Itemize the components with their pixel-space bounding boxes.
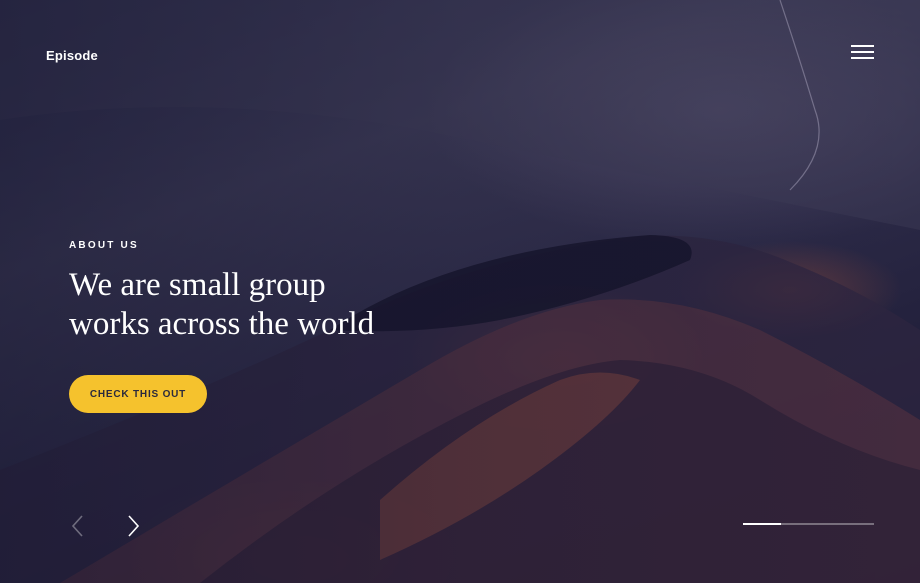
hamburger-menu-icon[interactable] (851, 45, 874, 60)
headline-line: works across the world (69, 306, 375, 342)
check-this-out-button[interactable]: CHECK THIS OUT (69, 375, 207, 413)
slide-progress-track (743, 523, 874, 525)
headline-line: We are small group (69, 267, 326, 303)
chevron-right-icon[interactable] (127, 514, 141, 538)
menu-bar (851, 45, 874, 47)
brand-logo[interactable]: Episode (46, 48, 98, 63)
chevron-left-icon[interactable] (70, 514, 84, 538)
menu-bar (851, 57, 874, 59)
section-eyebrow: ABOUT US (69, 240, 139, 251)
hero-headline: We are small group works across the worl… (69, 266, 489, 344)
slide-progress-fill (743, 523, 781, 525)
menu-bar (851, 51, 874, 53)
